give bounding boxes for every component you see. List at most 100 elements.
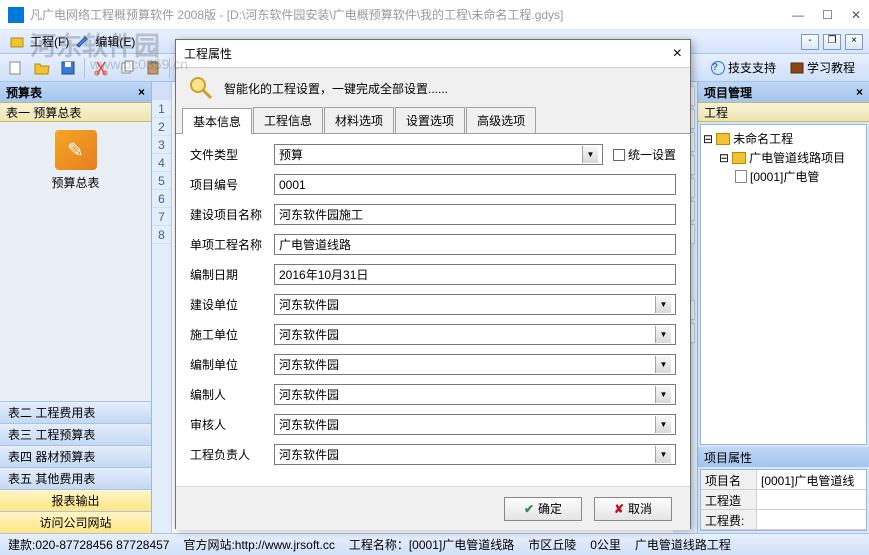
status-type: 广电管道线路工程 (635, 536, 731, 553)
prop-value[interactable] (757, 510, 866, 529)
copy-button[interactable] (117, 58, 137, 78)
new-button[interactable] (6, 58, 26, 78)
mdi-restore[interactable]: ❐ (823, 34, 841, 50)
panel-item-5[interactable]: 表五 其他费用表 (0, 467, 151, 489)
budget-summary-icon[interactable]: ✎ (55, 130, 97, 170)
separator (169, 58, 170, 78)
cross-icon: ✘ (614, 502, 624, 516)
mdi-minimize[interactable]: - (801, 34, 819, 50)
banner-text: 智能化的工程设置，一键完成全部设置...... (224, 80, 448, 97)
unified-setting-checkbox[interactable]: 统一设置 (613, 146, 676, 163)
cancel-button[interactable]: ✘ 取消 (594, 497, 672, 521)
open-button[interactable] (32, 58, 52, 78)
prop-row: 工程造价: (701, 490, 866, 510)
budget-summary-label: 预算总表 (51, 174, 99, 191)
dialog-close-button[interactable]: × (673, 45, 682, 63)
tab-settings[interactable]: 设置选项 (395, 107, 465, 133)
tree-leaf[interactable]: [0001]广电管 (735, 167, 864, 186)
panel-item-3[interactable]: 表三 工程预算表 (0, 423, 151, 445)
compiler-select[interactable]: 河东软件园▼ (274, 384, 676, 405)
date-input[interactable] (274, 264, 676, 285)
panel-item-report[interactable]: 报表输出 (0, 489, 151, 511)
chevron-down-icon: ▼ (655, 446, 671, 463)
compile-unit-select[interactable]: 河东软件园▼ (274, 354, 676, 375)
separator (84, 58, 85, 78)
single-name-input[interactable] (274, 234, 676, 255)
prop-header: 项目属性 (698, 447, 869, 467)
leader-label: 工程负责人 (190, 446, 274, 463)
minimize-button[interactable]: — (792, 8, 804, 22)
panel-section-1[interactable]: 表一 预算总表 (0, 102, 151, 122)
dialog-titlebar: 工程属性 × (176, 40, 690, 68)
menu-edit[interactable]: 编辑(E) (95, 33, 135, 50)
dialog-body: 文件类型 预算 ▼ 统一设置 项目编号 建设项目名称 单项工程名称 编制日期 (176, 134, 690, 486)
reviewer-select[interactable]: 河东软件园▼ (274, 414, 676, 435)
tab-basic[interactable]: 基本信息 (182, 108, 252, 134)
panel-item-website[interactable]: 访问公司网站 (0, 511, 151, 533)
leader-select[interactable]: 河东软件园▼ (274, 444, 676, 465)
right-section[interactable]: 工程 (698, 102, 869, 122)
panel-close-icon[interactable]: × (138, 85, 145, 99)
chevron-down-icon: ▼ (655, 416, 671, 433)
status-project: 工程名称：[0001]广电管道线路 (349, 536, 514, 553)
panel-close-icon[interactable]: × (856, 85, 863, 99)
prop-row: 工程费: (701, 510, 866, 530)
row-num: 4 (152, 154, 171, 172)
project-tree[interactable]: ⊟ 未命名工程 ⊟ 广电管道线路项目 [0001]广电管 (700, 124, 867, 445)
panel-body: ✎ 预算总表 (0, 122, 151, 401)
magnifier-icon (188, 75, 214, 101)
folder-icon (732, 152, 746, 164)
dialog-tabs: 基本信息 工程信息 材料选项 设置选项 高级选项 (176, 108, 690, 134)
construct-unit-select[interactable]: 河东软件园▼ (274, 324, 676, 345)
tree-child[interactable]: ⊟ 广电管道线路项目 (719, 148, 864, 167)
row-num: 2 (152, 118, 171, 136)
app-icon (8, 7, 24, 23)
cut-button[interactable] (91, 58, 111, 78)
tab-material[interactable]: 材料选项 (324, 107, 394, 133)
row-num: 3 (152, 136, 171, 154)
dialog-banner: 智能化的工程设置，一键完成全部设置...... (176, 68, 690, 108)
panel-item-4[interactable]: 表四 器材预算表 (0, 445, 151, 467)
left-panel-title: 预算表 (6, 84, 42, 101)
mdi-close[interactable]: × (845, 34, 863, 50)
maximize-button[interactable]: ☐ (822, 8, 833, 22)
row-num: 8 (152, 226, 171, 244)
learn-link[interactable]: 学习教程 (790, 59, 855, 76)
file-type-select[interactable]: 预算 ▼ (274, 144, 603, 165)
tree-root[interactable]: ⊟ 未命名工程 (703, 129, 864, 148)
edit-icon (75, 35, 89, 49)
help-icon: ? (711, 61, 725, 75)
status-website[interactable]: 官方网站:http://www.jrsoft.cc (183, 536, 334, 553)
panel-item-2[interactable]: 表二 工程费用表 (0, 401, 151, 423)
prop-value[interactable] (757, 490, 866, 509)
reviewer-label: 审核人 (190, 416, 274, 433)
save-button[interactable] (58, 58, 78, 78)
tab-advanced[interactable]: 高级选项 (466, 107, 536, 133)
folder-icon (716, 133, 730, 145)
row-num: 1 (152, 100, 171, 118)
properties-dialog: 工程属性 × 智能化的工程设置，一键完成全部设置...... 基本信息 工程信息… (175, 39, 691, 529)
right-panel-title: 项目管理 (704, 84, 752, 101)
build-unit-label: 建设单位 (190, 296, 274, 313)
menu-project[interactable]: 工程(F) (30, 33, 69, 50)
project-icon (10, 35, 24, 49)
compiler-label: 编制人 (190, 386, 274, 403)
right-panel-header: 项目管理 × (698, 82, 869, 102)
paste-button[interactable] (143, 58, 163, 78)
close-button[interactable]: ✕ (851, 8, 861, 22)
proj-no-label: 项目编号 (190, 176, 274, 193)
date-label: 编制日期 (190, 266, 274, 283)
tech-support-link[interactable]: ?技支支持 (711, 59, 776, 76)
row-num: 5 (152, 172, 171, 190)
proj-no-input[interactable] (274, 174, 676, 195)
build-unit-select[interactable]: 河东软件园▼ (274, 294, 676, 315)
status-phone: 建款:020-87728456 87728457 (8, 536, 169, 553)
build-name-input[interactable] (274, 204, 676, 225)
tab-project-info[interactable]: 工程信息 (253, 107, 323, 133)
build-name-label: 建设项目名称 (190, 206, 274, 223)
ok-button[interactable]: ✔ 确定 (504, 497, 582, 521)
row-num: 7 (152, 208, 171, 226)
single-name-label: 单项工程名称 (190, 236, 274, 253)
prop-value[interactable]: [0001]广电管道线 (757, 470, 866, 489)
status-area: 市区丘陵 (528, 536, 576, 553)
